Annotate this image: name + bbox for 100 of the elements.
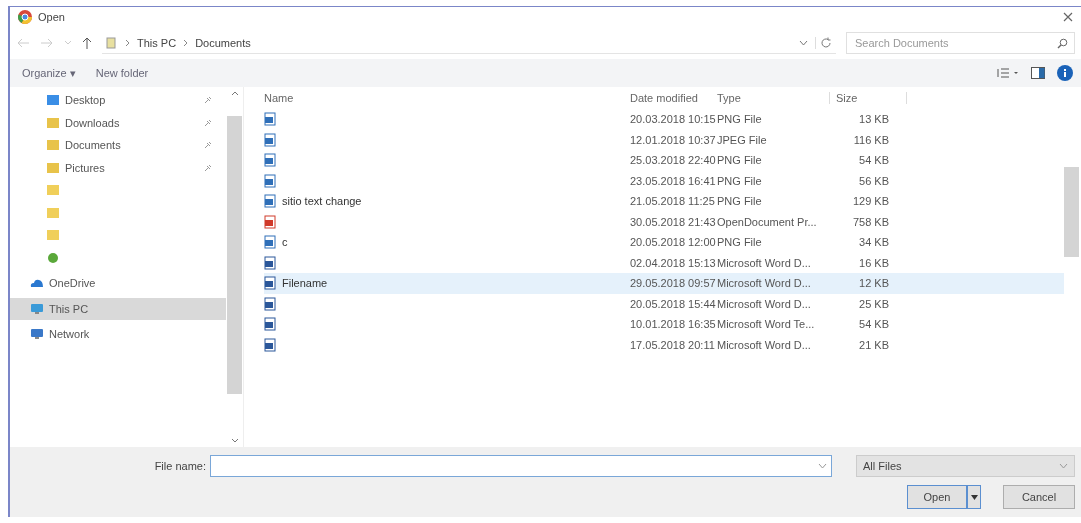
size-cell-text: 25 KB	[858, 297, 890, 310]
organize-button[interactable]: Organize ▾	[18, 64, 80, 82]
column-header[interactable]: Date modified	[630, 92, 715, 104]
column-header[interactable]: Name	[264, 92, 630, 104]
type-cell-text: PNG File	[716, 154, 763, 167]
image-file-icon	[264, 132, 276, 147]
size-cell-text: 34 KB	[858, 236, 890, 249]
image-file-icon	[264, 173, 276, 188]
search-icon	[1057, 37, 1068, 49]
file-row[interactable]: 17.05.2018 20:11 Microsoft Word D... 21 KB	[264, 334, 1064, 355]
type-cell-text: Microsoft Word D...	[716, 277, 812, 290]
file-name: sitio text change	[282, 195, 362, 208]
open-button[interactable]: Open	[907, 485, 967, 509]
dropdown-icon	[1059, 463, 1068, 469]
type-cell-text: OpenDocument Pr...	[716, 215, 818, 228]
type-cell-text: Microsoft Word D...	[716, 256, 812, 269]
file-row[interactable]: 25.03.2018 22:40 PNG File 54 KB	[264, 150, 1064, 171]
chevron-icon	[183, 38, 189, 47]
type-cell-text: PNG File	[716, 195, 763, 208]
help-icon[interactable]	[1057, 65, 1073, 81]
file-row[interactable]: 30.05.2018 21:43OpenDocument Pr... 758 KB	[264, 211, 1064, 232]
file-row[interactable]: 20.05.2018 15:44Microsoft Word D... 25 KB	[264, 293, 1064, 314]
refresh-icon[interactable]	[815, 36, 832, 49]
file-row[interactable]: 20.03.2018 10:15 PNG File 13 KB	[264, 109, 1064, 130]
sidebar-item[interactable]: Network	[10, 323, 226, 346]
size-cell-text: 13 KB	[858, 113, 890, 126]
file-type-dropdown[interactable]: All Files	[856, 455, 1075, 477]
date-cell: 12.01.2018 10:37	[630, 133, 715, 146]
scroll-up-icon[interactable]	[230, 91, 239, 96]
size-cell-text: 56 KB	[858, 174, 890, 187]
type-cell-text: PNG File	[716, 236, 763, 249]
scrollbar-thumb[interactable]	[1064, 167, 1079, 257]
date-cell: 21.05.2018 11:25	[630, 195, 715, 208]
image-file-icon	[264, 235, 276, 250]
scrollbar-thumb[interactable]	[227, 116, 242, 394]
file-row[interactable]: Filename 29.05.2018 09:57 Microsoft Word D... 12 KB	[264, 273, 1064, 294]
size-cell-text: 12 KB	[858, 277, 890, 290]
size-cell-text: 54 KB	[858, 318, 890, 331]
size-cell-text: 21 KB	[858, 338, 890, 351]
breadcrumb[interactable]: This PC	[137, 36, 177, 49]
caret-icon	[970, 494, 978, 500]
word-file-icon	[264, 337, 276, 352]
pdf-file-icon	[264, 214, 276, 229]
recent-dropdown-icon[interactable]	[64, 40, 72, 46]
sidebar-item[interactable]: Desktop	[10, 89, 226, 112]
column-header[interactable]: Size	[829, 92, 907, 104]
date-cell: 10.01.2018 16:35	[630, 318, 715, 331]
image-file-icon	[264, 112, 276, 127]
file-row[interactable]: 10.01.2018 16:35 Microsoft Word Te... 54 KB	[264, 314, 1064, 335]
date-cell: 17.05.2018 20:11	[630, 338, 715, 351]
column-header[interactable]: Type	[715, 92, 829, 104]
file-row[interactable]: sitio text change 21.05.2018 11:25 PNG File 129 KB	[264, 191, 1064, 212]
cancel-button[interactable]: Cancel	[1003, 485, 1075, 509]
up-icon[interactable]	[82, 36, 92, 50]
file-row[interactable]: c 20.05.2018 12:00 PNG File 34 KB	[264, 232, 1064, 253]
file-row[interactable]: 02.04.2018 15:13 Microsoft Word D... 16 KB	[264, 252, 1064, 273]
sidebar-item[interactable]: OneDrive	[10, 272, 226, 295]
back-icon[interactable]	[16, 38, 30, 48]
chevron-icon	[125, 38, 130, 47]
new-folder-button[interactable]: New folder	[91, 65, 153, 81]
image-file-icon	[264, 153, 276, 168]
network-icon	[30, 328, 44, 341]
size-cell-text: 116 KB	[852, 133, 890, 146]
computer-icon	[106, 36, 118, 49]
breadcrumb[interactable]: Documents	[195, 36, 251, 49]
size-cell-text: 16 KB	[858, 256, 890, 269]
file-row[interactable]: 12.01.2018 10:37JPEG File 116 KB	[264, 129, 1064, 150]
forward-icon[interactable]	[40, 38, 54, 48]
date-cell: 20.05.2018 15:44	[630, 297, 715, 310]
type-cell-text: Microsoft Word D...	[716, 297, 812, 310]
view-options-icon[interactable]	[997, 67, 1019, 79]
image-file-icon	[264, 194, 276, 209]
date-cell: 29.05.2018 09:57	[630, 277, 715, 290]
size-cell-text: 54 KB	[858, 154, 890, 167]
date-cell: 30.05.2018 21:43	[630, 215, 715, 228]
word-file-icon	[264, 317, 276, 332]
dropdown-icon[interactable]	[818, 463, 827, 469]
sidebar-item[interactable]: Documents	[10, 134, 226, 157]
dropdown-icon[interactable]	[799, 39, 808, 46]
file-name: Filename	[282, 277, 328, 290]
sidebar-item[interactable]: This PC	[10, 297, 226, 320]
cloud-icon	[30, 277, 44, 290]
close-icon[interactable]	[1063, 12, 1073, 22]
date-cell: 20.03.2018 10:15	[630, 113, 715, 126]
word-file-icon	[264, 276, 276, 291]
address-bar[interactable]: This PC Documents	[102, 32, 836, 54]
date-cell: 02.04.2018 15:13	[630, 256, 715, 269]
file-name: c	[282, 236, 288, 249]
search-field[interactable]: Search Documents	[846, 32, 1075, 54]
sidebar-item[interactable]: Pictures	[10, 156, 226, 179]
app-icon	[18, 10, 32, 24]
size-cell-text: 129 KB	[851, 195, 890, 208]
word-file-icon	[264, 255, 276, 270]
preview-pane-icon[interactable]	[1031, 67, 1045, 79]
computer-icon	[30, 302, 44, 315]
sidebar-item[interactable]: Downloads	[10, 111, 226, 134]
type-cell-text: Microsoft Word D...	[716, 338, 812, 351]
file-row[interactable]: 23.05.2018 16:41 PNG File 56 KB	[264, 170, 1064, 191]
open-options-button[interactable]	[967, 485, 981, 509]
scroll-down-icon[interactable]	[230, 438, 239, 443]
